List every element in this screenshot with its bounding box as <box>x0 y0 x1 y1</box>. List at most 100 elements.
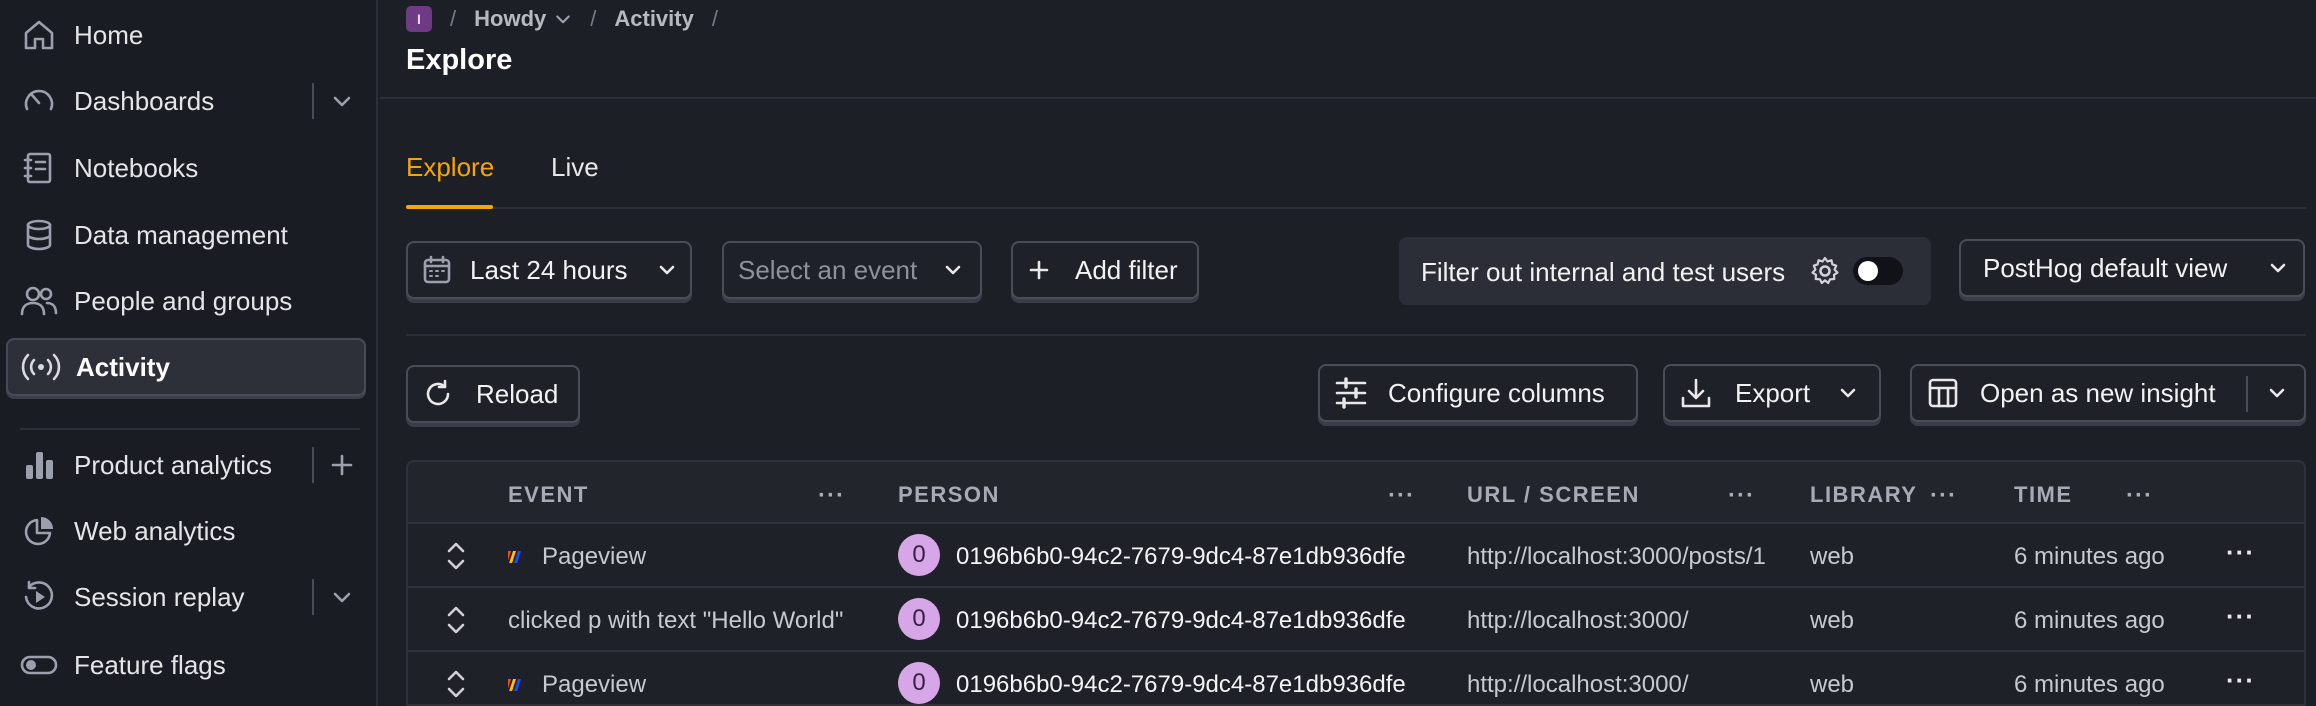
event-cell: Pageview <box>508 543 646 571</box>
column-menu-button[interactable]: ··· <box>1930 482 1957 510</box>
sidebar-item-data-management[interactable]: Data management <box>6 206 366 264</box>
event-cell: Pageview <box>508 671 646 699</box>
internal-users-filter: Filter out internal and test users <box>1399 237 1931 305</box>
url-cell: http://localhost:3000/posts/1 <box>1467 543 1766 570</box>
sidebar-item-dashboards[interactable]: Dashboards <box>6 72 366 130</box>
table-row[interactable]: Pageview 0 0196b6b0-94c2-7679-9dc4-87e1d… <box>408 522 2304 586</box>
sidebar-item-feature-flags[interactable]: Feature flags <box>6 636 366 694</box>
configure-columns-button[interactable]: Configure columns <box>1318 364 1638 422</box>
avatar: 0 <box>898 598 940 640</box>
sidebar-item-label: People and groups <box>74 285 293 316</box>
project-badge: I <box>406 6 432 32</box>
sidebar-item-people-and-groups[interactable]: People and groups <box>6 272 366 330</box>
reload-button[interactable]: Reload <box>406 365 580 423</box>
breadcrumb-section[interactable]: Activity <box>614 6 693 32</box>
row-menu-button[interactable]: ··· <box>2226 601 2255 632</box>
row-menu-button[interactable]: ··· <box>2226 537 2255 568</box>
pageview-icon <box>508 679 522 691</box>
sidebar: Home Dashboards Notebooks Data managemen… <box>0 0 378 706</box>
table-row[interactable]: Pageview 0 0196b6b0-94c2-7679-9dc4-87e1d… <box>408 650 2304 704</box>
date-range-label: Last 24 hours <box>470 254 628 285</box>
column-menu-button[interactable]: ··· <box>1388 482 1415 510</box>
sidebar-item-product-analytics[interactable]: Product analytics <box>6 436 366 494</box>
download-icon <box>1679 376 1713 410</box>
chevron-down-icon[interactable] <box>2266 382 2288 404</box>
library-cell: web <box>1810 543 1855 570</box>
dashboard-gauge-icon <box>18 80 60 122</box>
column-menu-button[interactable]: ··· <box>2126 482 2153 510</box>
sidebar-item-label: Product analytics <box>74 449 272 480</box>
row-menu-button[interactable]: ··· <box>2226 665 2255 696</box>
event-select-placeholder: Select an event <box>738 254 918 285</box>
filters-divider <box>406 334 2306 336</box>
export-button[interactable]: Export <box>1663 364 1881 422</box>
column-menu-button[interactable]: ··· <box>818 482 845 510</box>
avatar: 0 <box>898 662 940 704</box>
avatar: 0 <box>898 534 940 576</box>
chevron-down-icon <box>1837 382 1859 404</box>
person-link[interactable]: 0196b6b0-94c2-7679-9dc4-87e1db936dfe <box>956 671 1406 699</box>
sidebar-item-label: Home <box>74 19 144 50</box>
divider <box>312 447 314 483</box>
reload-label: Reload <box>476 378 559 409</box>
sidebar-item-web-analytics[interactable]: Web analytics <box>6 502 366 560</box>
expand-row-icon[interactable] <box>444 668 468 700</box>
home-icon <box>18 14 60 56</box>
divider <box>312 83 314 119</box>
person-link[interactable]: 0196b6b0-94c2-7679-9dc4-87e1db936dfe <box>956 543 1406 571</box>
sidebar-item-activity[interactable]: Activity <box>6 338 366 396</box>
sidebar-item-label: Dashboards <box>74 85 215 116</box>
chevron-down-icon <box>942 259 964 281</box>
bar-chart-icon <box>18 444 60 486</box>
view-selector[interactable]: PostHog default view <box>1959 239 2305 297</box>
header-divider <box>380 97 2316 99</box>
sidebar-item-home[interactable]: Home <box>6 6 366 64</box>
toggle-icon <box>18 644 60 686</box>
event-name: Pageview <box>542 543 647 570</box>
add-filter-button[interactable]: Add filter <box>1011 241 1199 299</box>
chevron-down-icon[interactable] <box>554 10 572 28</box>
column-header-person[interactable]: PERSON <box>898 482 1000 508</box>
column-header-library[interactable]: LIBRARY <box>1810 482 1917 508</box>
person-link[interactable]: 0196b6b0-94c2-7679-9dc4-87e1db936dfe <box>956 607 1406 635</box>
expand-row-icon[interactable] <box>444 604 468 636</box>
expand-row-icon[interactable] <box>444 540 468 572</box>
button-divider <box>2246 376 2248 412</box>
view-selector-label: PostHog default view <box>1983 252 2228 283</box>
column-header-event[interactable]: EVENT <box>508 482 589 508</box>
event-cell: clicked p with text "Hello World" <box>508 607 843 635</box>
export-label: Export <box>1735 377 1811 408</box>
chevron-down-icon[interactable] <box>324 83 360 119</box>
url-cell: http://localhost:3000/ <box>1467 607 1689 634</box>
breadcrumb-project[interactable]: Howdy <box>474 6 546 32</box>
open-as-new-insight-button[interactable]: Open as new insight <box>1910 364 2306 422</box>
gear-icon[interactable] <box>1809 255 1841 287</box>
pageview-icon <box>508 551 522 563</box>
sidebar-item-notebooks[interactable]: Notebooks <box>6 139 366 197</box>
sidebar-item-label: Notebooks <box>74 152 199 183</box>
library-cell: web <box>1810 607 1855 634</box>
sidebar-item-session-replay[interactable]: Session replay <box>6 568 366 626</box>
add-filter-label: Add filter <box>1075 254 1178 285</box>
event-select[interactable]: Select an event <box>722 241 982 299</box>
activity-broadcast-icon <box>20 346 62 388</box>
sidebar-item-label: Feature flags <box>74 649 226 680</box>
tab-live[interactable]: Live <box>551 152 599 183</box>
plus-icon[interactable] <box>324 447 360 483</box>
column-header-time[interactable]: TIME <box>2014 482 2073 508</box>
sidebar-divider <box>20 428 360 430</box>
table-row[interactable]: clicked p with text "Hello World" 0 0196… <box>408 586 2304 650</box>
sidebar-item-label: Web analytics <box>74 515 236 546</box>
date-range-picker[interactable]: Last 24 hours <box>406 241 692 299</box>
url-cell: http://localhost:3000/ <box>1467 671 1689 698</box>
event-name: clicked p with text "Hello World" <box>508 607 844 634</box>
sliders-icon <box>1334 376 1368 410</box>
column-menu-button[interactable]: ··· <box>1728 482 1755 510</box>
replay-icon <box>18 576 60 618</box>
internal-users-toggle[interactable] <box>1853 257 1903 285</box>
tab-explore[interactable]: Explore <box>406 152 494 183</box>
page-title: Explore <box>406 44 513 76</box>
column-header-url-screen[interactable]: URL / SCREEN <box>1467 482 1640 508</box>
chevron-down-icon[interactable] <box>324 579 360 615</box>
plus-icon <box>1027 258 1051 282</box>
